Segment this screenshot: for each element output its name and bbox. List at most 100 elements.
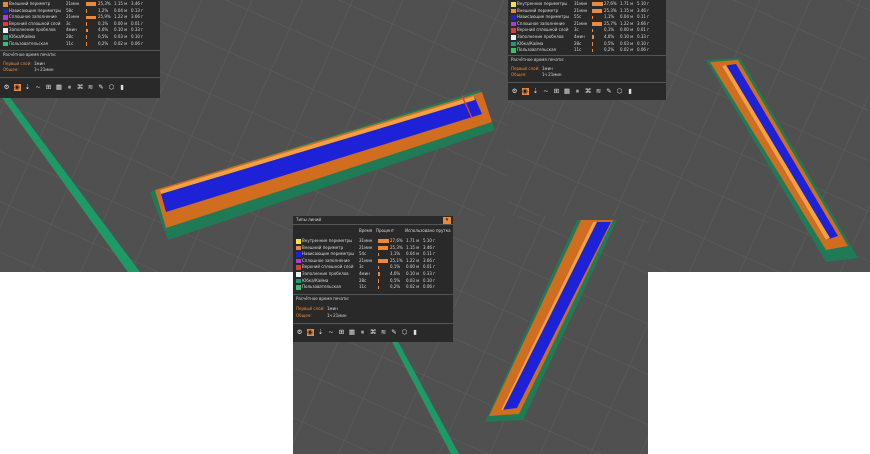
shells-icon[interactable]: ≋ [87,84,94,91]
legend-row-time: 11с [66,40,74,46]
legend-row[interactable]: Внешний периметр 21мин 25,3% 1.15 м 3.46 г [0,1,160,8]
legend-row[interactable]: Юбка/Кайма 28с 0,5% 0.03 м 0.10 г [508,41,666,48]
legend-row[interactable]: Нависающие периметры 58с 1,2% 0.04 м 0.13 г [0,8,160,15]
color-change-icon[interactable]: ▦ [56,84,63,91]
custom-gcode-icon[interactable]: ⌘ [585,88,592,95]
legend-color-swatch [511,28,516,33]
legend-color-swatch [296,252,301,257]
retraction-icon[interactable]: ⇣ [317,329,324,336]
wipe-icon[interactable]: ~ [35,84,42,91]
legend-color-swatch [3,21,8,27]
legend-row[interactable]: Пользовательская 11с 0,2% 0.02 м 0.06 г [508,47,666,54]
legend-row-percent: 4,6% [390,271,401,276]
color-change-icon[interactable]: ▦ [349,329,356,336]
pause-icon[interactable]: ⏸ [66,84,73,91]
retraction-icon[interactable]: ⇣ [24,84,31,91]
legend-row[interactable]: Верхний сплошной слой 3с 0,1% 0.00 м 0.01 г [508,27,666,34]
custom-gcode-icon[interactable]: ⌘ [77,84,84,91]
legend-row-label: Юбка/Кайма [517,40,544,46]
legend-icon[interactable]: ▮ [627,88,634,95]
legend-row[interactable]: Внутренние периметры 31мин 27,6% 1.71 м 5.10… [293,238,453,245]
gcode-viewer-icon[interactable]: ⚙ [296,329,303,336]
legend-percent-bar [378,285,379,290]
legend-percent-bar [592,28,593,33]
seam-icon[interactable]: ⊞ [45,84,52,91]
tool-marker-icon[interactable]: ✎ [98,84,105,91]
legend-row-percent: 25,3% [390,244,403,250]
legend-row[interactable]: Заполнение пробелов 4мин 4,6% 0.10 м 0.33 г [508,34,666,41]
legend-row[interactable]: Заполнение пробелов 4мин 4,6% 0.10 м 0.33 г [0,27,160,34]
separator [0,50,160,51]
filament-icon[interactable]: ◉ [13,84,21,91]
legend-row-percent: 25,7% [604,20,617,26]
legend-percent-bar [592,22,603,26]
pause-icon[interactable]: ⏸ [574,88,581,95]
pause-icon[interactable]: ⏸ [359,329,366,336]
shells-icon[interactable]: ≋ [380,329,387,336]
legend-color-swatch [511,35,516,40]
legend-row-label: Внешний периметр [517,7,559,13]
legend-row[interactable]: Верхний сплошной слой 3с 0,1% 0.00 м 0.01 г [293,264,453,271]
seam-icon[interactable]: ⊞ [338,329,345,336]
legend-row-time: 21мин [574,7,588,13]
legend-icon[interactable]: ▮ [412,329,419,336]
legend-row-length: 0.03 м [114,34,128,39]
tool-marker-icon[interactable]: ✎ [391,329,398,336]
legend-percent-bar [86,15,97,20]
legend-row-length: 0.04 м [406,251,420,257]
first-layer-row: Первый слой: 1мин [296,306,338,311]
legend-row-time: 21мин [574,20,588,26]
legend-row[interactable]: Сплошное заполнение 21мин 25,1% 1.22 м 3.66 … [293,258,453,265]
separator [508,82,666,83]
legend-row-weight: 0.33 г [637,34,650,39]
wipe-icon[interactable]: ~ [328,329,335,336]
legend-column-headers: Время Процент Использовано прутка [359,228,451,233]
legend-row-time: 11с [574,47,582,53]
legend-row-percent: 4,6% [604,34,615,39]
filament-icon[interactable]: ◉ [521,88,529,95]
legend-row[interactable]: Заполнение пробелов 4мин 4,6% 0.10 м 0.33 г [293,271,453,278]
ghost-icon[interactable]: ⬡ [108,84,115,91]
legend-row[interactable]: Внешний периметр 21мин 25,3% 1.15 м 3.46 г [293,245,453,252]
filament-icon[interactable]: ◉ [306,329,314,336]
legend-row[interactable]: Нависающие периметры 55с 1,1% 0.04 м 0.11 г [508,14,666,21]
legend-row-length: 1.71 м [406,238,420,243]
legend-row-weight: 5.10 г [637,1,650,6]
legend-row-weight: 0.01 г [131,20,144,26]
ghost-icon[interactable]: ⬡ [401,329,408,336]
legend-row[interactable]: Юбка/Кайма 28с 0,5% 0.03 м 0.10 г [0,34,160,41]
legend-row-weight: 0.10 г [131,34,144,39]
legend-row-time: 21мин [66,1,80,6]
gcode-viewer-icon[interactable]: ⚙ [511,88,518,95]
legend-row[interactable]: Сплошное заполнение 21мин 25,9% 1.22 м 3.66 … [0,14,160,21]
legend-row-length: 0.00 м [620,27,634,33]
legend-row[interactable]: Верхний сплошной слой 3с 0,1% 0.00 м 0.01 г [0,21,160,28]
view-type-dropdown-icon[interactable]: ▾ [443,216,451,224]
retraction-icon[interactable]: ⇣ [532,88,539,95]
estimated-time-row: Расчётное время печати: [3,52,57,57]
legend-row[interactable]: Нависающие периметры 54с 1,1% 0.04 м 0.11 г [293,251,453,258]
custom-gcode-icon[interactable]: ⌘ [370,329,377,336]
legend-view-type-header[interactable]: Типы линий ▾ [293,216,453,225]
legend-row-weight: 0.06 г [423,284,436,290]
legend-row[interactable]: Сплошное заполнение 21мин 25,7% 1.22 м 3.66 … [508,21,666,28]
legend-row[interactable]: Внутренние периметры 31мин 27,6% 1.71 м 5.10… [508,1,666,8]
legend-row[interactable]: Внешний периметр 21мин 25,3% 1.15 м 3.46 г [508,8,666,15]
legend-row[interactable]: Пользовательская 11с 0,2% 0.02 м 0.06 г [0,41,160,48]
legend-row[interactable]: Пользовательская 11с 0,2% 0.02 м 0.06 г [293,284,453,291]
wipe-icon[interactable]: ~ [543,88,550,95]
gcode-viewer-icon[interactable]: ⚙ [3,84,10,91]
legend-row[interactable]: Юбка/Кайма 28с 0,5% 0.03 м 0.10 г [293,278,453,285]
color-change-icon[interactable]: ▦ [564,88,571,95]
legend-icon[interactable]: ▮ [119,84,126,91]
ghost-icon[interactable]: ⬡ [616,88,623,95]
legend-color-swatch [511,2,516,7]
seam-icon[interactable]: ⊞ [553,88,560,95]
legend-row-percent: 0,5% [390,277,401,283]
legend-color-swatch [296,278,301,284]
legend-row-time: 58с [66,7,74,13]
shells-icon[interactable]: ≋ [595,88,602,95]
legend-row-length: 0.04 м [114,7,128,13]
legend-percent-bar [592,48,593,53]
tool-marker-icon[interactable]: ✎ [606,88,613,95]
